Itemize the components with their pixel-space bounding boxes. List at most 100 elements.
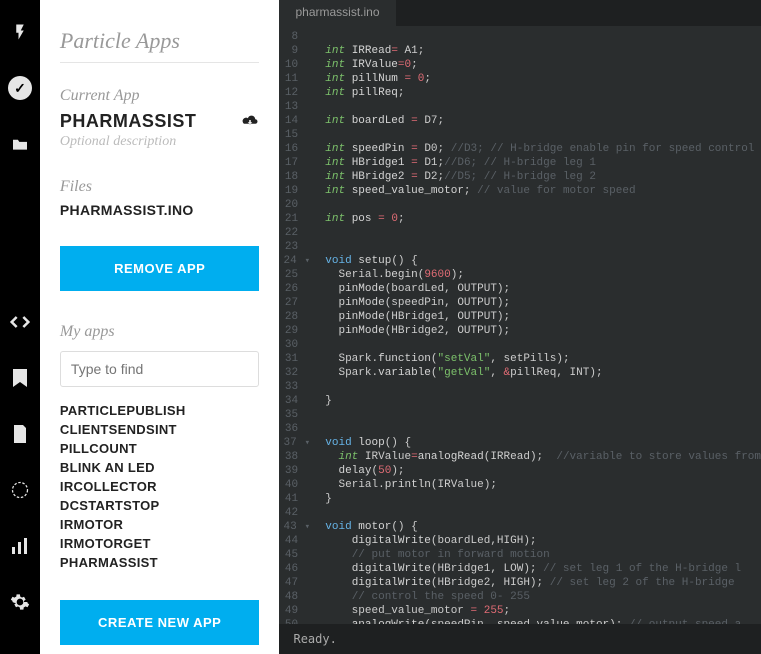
code-line[interactable]: int speed_value_motor; // value for moto… (325, 184, 761, 198)
code-line[interactable]: digitalWrite(HBridge2, HIGH); // set leg… (325, 576, 761, 590)
code-line[interactable]: void motor() { (325, 520, 761, 534)
app-list-item[interactable]: PARTICLEPUBLISH (60, 403, 260, 418)
line-number: 35 (283, 408, 311, 422)
code-line[interactable]: int pillNum = 0; (325, 72, 761, 86)
code-line[interactable]: void setup() { (325, 254, 761, 268)
app-list-item[interactable]: PILLCOUNT (60, 441, 260, 456)
verify-icon[interactable]: ✓ (6, 74, 34, 102)
bookmark-icon[interactable] (6, 364, 34, 392)
line-number: 42 (283, 506, 311, 520)
code-line[interactable]: pinMode(HBridge1, OUTPUT); (325, 310, 761, 324)
app-list-item[interactable]: DCSTARTSTOP (60, 498, 260, 513)
panel-title: Particle Apps (60, 28, 260, 63)
folder-icon[interactable] (6, 130, 34, 158)
code-line[interactable]: // control the speed 0- 255 (325, 590, 761, 604)
line-gutter: 8 9 10 11 12 13 14 15 16 17 18 19 20 21 … (279, 26, 319, 624)
app-list-item[interactable]: CLIENTSENDSINT (60, 422, 260, 437)
code-line[interactable] (325, 506, 761, 520)
code-line[interactable]: pinMode(speedPin, OUTPUT); (325, 296, 761, 310)
code-line[interactable] (325, 380, 761, 394)
app-list-item[interactable]: BLINK AN LED (60, 460, 260, 475)
code-line[interactable]: // put motor in forward motion (325, 548, 761, 562)
code-line[interactable] (325, 100, 761, 114)
code-line[interactable]: Serial.println(IRValue); (325, 478, 761, 492)
code-line[interactable]: int HBridge2 = D2;//D5; // H-bridge leg … (325, 170, 761, 184)
code-line[interactable] (325, 226, 761, 240)
code-line[interactable]: } (325, 394, 761, 408)
line-number: 17 (283, 156, 311, 170)
code-line[interactable]: int pillReq; (325, 86, 761, 100)
chart-icon[interactable] (6, 532, 34, 560)
current-app-name[interactable]: PHARMASSIST (60, 111, 197, 132)
line-number: 39 (283, 464, 311, 478)
app-list-item[interactable]: PHARMASSIST (60, 555, 260, 570)
icon-sidebar: ✓ (0, 0, 40, 654)
code-line[interactable] (325, 338, 761, 352)
line-number: 9 (283, 44, 311, 58)
code-line[interactable]: delay(50); (325, 464, 761, 478)
line-number: 8 (283, 30, 311, 44)
line-number: 13 (283, 100, 311, 114)
app-list-item[interactable]: IRCOLLECTOR (60, 479, 260, 494)
code-line[interactable] (325, 128, 761, 142)
target-icon[interactable] (6, 476, 34, 504)
code-content[interactable]: int IRRead= A1;int IRValue=0;int pillNum… (319, 26, 761, 624)
code-line[interactable] (325, 240, 761, 254)
flash-icon[interactable] (6, 18, 34, 46)
code-line[interactable]: int IRValue=0; (325, 58, 761, 72)
line-number: 24 ▾ (283, 254, 311, 268)
line-number: 25 (283, 268, 311, 282)
line-number: 30 (283, 338, 311, 352)
code-line[interactable]: Spark.variable("getVal", &pillReq, INT); (325, 366, 761, 380)
code-area[interactable]: 8 9 10 11 12 13 14 15 16 17 18 19 20 21 … (279, 26, 761, 624)
code-icon[interactable] (6, 308, 34, 336)
line-number: 34 (283, 394, 311, 408)
line-number: 36 (283, 422, 311, 436)
code-line[interactable]: int pos = 0; (325, 212, 761, 226)
tab-file[interactable]: pharmassist.ino (279, 0, 395, 26)
apps-panel: Particle Apps Current App PHARMASSIST Op… (40, 0, 280, 654)
remove-app-button[interactable]: REMOVE APP (60, 246, 260, 291)
code-line[interactable]: pinMode(boardLed, OUTPUT); (325, 282, 761, 296)
code-line[interactable] (325, 198, 761, 212)
line-number: 15 (283, 128, 311, 142)
code-line[interactable]: void loop() { (325, 436, 761, 450)
create-app-button[interactable]: CREATE NEW APP (60, 600, 260, 645)
app-list-item[interactable]: IRMOTOR (60, 517, 260, 532)
code-line[interactable]: digitalWrite(boardLed,HIGH); (325, 534, 761, 548)
line-number: 40 (283, 478, 311, 492)
code-line[interactable] (325, 422, 761, 436)
file-name[interactable]: PHARMASSIST.INO (60, 202, 260, 218)
code-line[interactable]: int HBridge1 = D1;//D6; // H-bridge leg … (325, 156, 761, 170)
line-number: 48 (283, 590, 311, 604)
line-number: 18 (283, 170, 311, 184)
line-number: 49 (283, 604, 311, 618)
line-number: 26 (283, 282, 311, 296)
line-number: 38 (283, 450, 311, 464)
code-line[interactable] (325, 30, 761, 44)
code-line[interactable]: int IRRead= A1; (325, 44, 761, 58)
code-line[interactable]: Spark.function("setVal", setPills); (325, 352, 761, 366)
line-number: 46 (283, 562, 311, 576)
code-line[interactable] (325, 408, 761, 422)
code-line[interactable]: int speedPin = D0; //D3; // H-bridge ena… (325, 142, 761, 156)
line-number: 28 (283, 310, 311, 324)
code-line[interactable]: speed_value_motor = 255; (325, 604, 761, 618)
line-number: 44 (283, 534, 311, 548)
code-line[interactable]: digitalWrite(HBridge1, LOW); // set leg … (325, 562, 761, 576)
code-line[interactable]: Serial.begin(9600); (325, 268, 761, 282)
line-number: 14 (283, 114, 311, 128)
app-list-item[interactable]: IRMOTORGET (60, 536, 260, 551)
code-line[interactable]: int boardLed = D7; (325, 114, 761, 128)
search-input[interactable] (60, 351, 260, 387)
code-editor: pharmassist.ino 8 9 10 11 12 13 14 15 16… (279, 0, 761, 654)
code-line[interactable]: pinMode(HBridge2, OUTPUT); (325, 324, 761, 338)
docs-icon[interactable] (6, 420, 34, 448)
settings-icon[interactable] (6, 588, 34, 616)
line-number: 31 (283, 352, 311, 366)
current-app-description[interactable]: Optional description (60, 134, 260, 150)
code-line[interactable]: int IRValue=analogRead(IRRead); //variab… (325, 450, 761, 464)
line-number: 19 (283, 184, 311, 198)
code-line[interactable]: } (325, 492, 761, 506)
cloud-download-icon[interactable] (241, 113, 259, 131)
